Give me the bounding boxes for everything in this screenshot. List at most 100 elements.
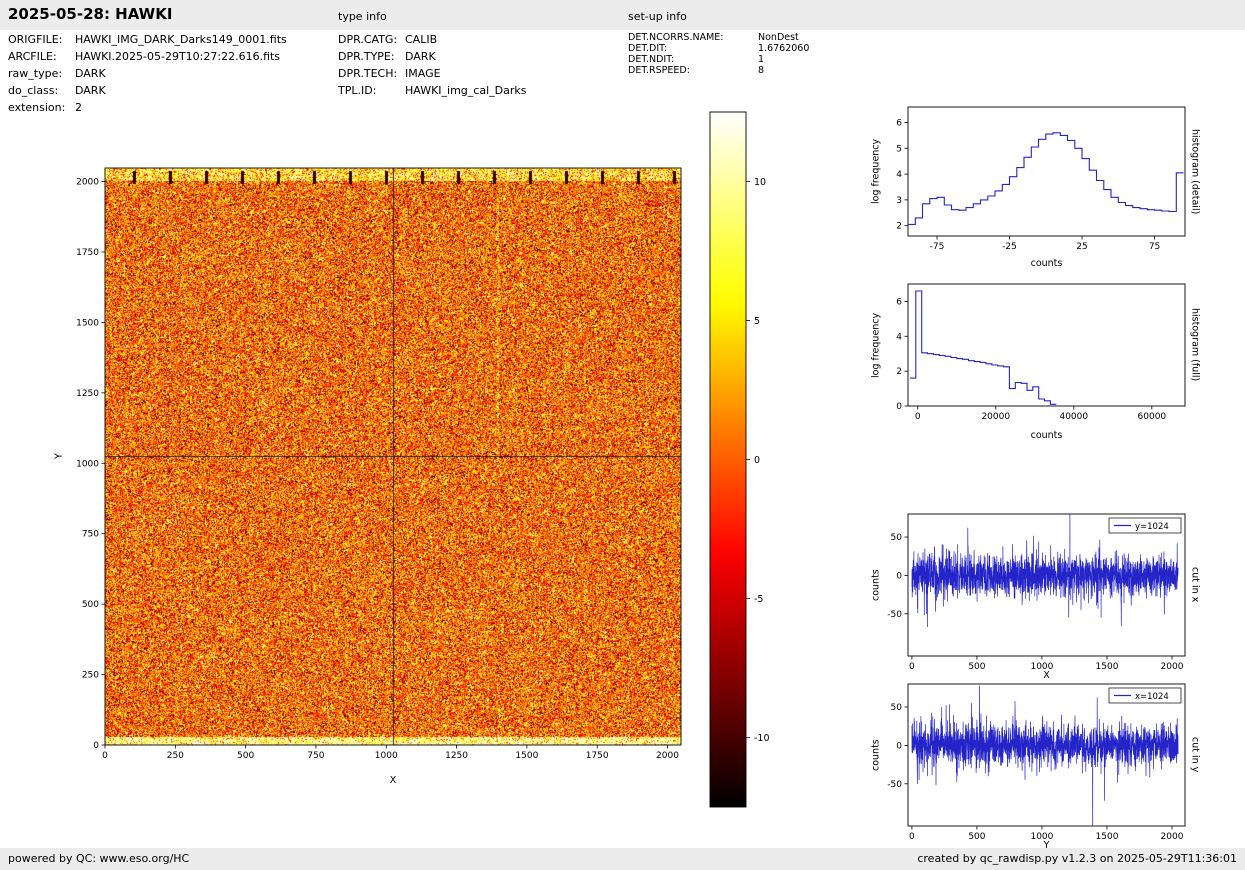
colorbar-gradient (710, 112, 746, 807)
metadata-row: DPR.CATG: CALIB (338, 33, 526, 50)
histogram-detail-ylabel: log frequency (870, 138, 882, 205)
x-tick-label: 40000 (1059, 412, 1088, 422)
histogram-full-ylabel: log frequency (870, 312, 882, 378)
y-tick-label: 1750 (76, 248, 99, 258)
metadata-row: DPR.TECH: IMAGE (338, 67, 526, 84)
y-tick-label: 0 (896, 402, 902, 412)
y-tick-label: 0 (896, 571, 902, 581)
main-yaxis-label: Y (53, 453, 65, 460)
metadata-value: 1.6762060 (758, 43, 810, 54)
histogram-detail-side-label: histogram (detail) (1189, 128, 1201, 215)
metadata-row: extension: 2 (8, 101, 287, 118)
y-tick-label: 4 (896, 332, 902, 342)
metadata-label: raw_type: (8, 67, 63, 80)
x-tick-label: 0 (102, 751, 108, 761)
x-tick-label: 250 (167, 751, 184, 761)
y-tick-label: 3 (896, 196, 902, 206)
histogram-full-chart: 0 20000 40000 60000 0 2 4 6 (896, 283, 1186, 422)
type-info-block: DPR.CATG: CALIB DPR.TYPE: DARK DPR.TECH: IMAG… (338, 33, 526, 101)
metadata-row: raw_type: DARK (8, 67, 287, 84)
cut-in-y-chart: 0 500 1000 1500 2000-50050x=1024 (887, 683, 1186, 842)
footer-left-text: powered by QC: www.eso.org/HC (8, 852, 190, 865)
x-tick-label: 75 (1149, 242, 1160, 252)
metadata-value: NonDest (758, 32, 799, 43)
setup-info-block: DET.NCORRS.NAME: NonDest DET.DIT: 1.6762060… (628, 32, 809, 76)
metadata-row: DET.NDIT: 1 (628, 54, 809, 65)
x-tick-label: 1500 (515, 751, 538, 761)
metadata-value: 8 (758, 65, 765, 76)
y-tick-label: 6 (896, 118, 902, 128)
y-tick-label: 500 (82, 600, 99, 610)
metadata-label: TPL.ID: (338, 84, 377, 97)
x-tick-label: 750 (307, 751, 324, 761)
cut-y-side-label: cut in y (1189, 737, 1201, 773)
metadata-label: DPR.TYPE: (338, 50, 395, 63)
y-tick-label: 50 (891, 533, 903, 543)
plot-frame (907, 106, 1186, 237)
metadata-label: DPR.TECH: (338, 67, 398, 80)
y-tick-label: -50 (887, 610, 902, 620)
metadata-value: 1 (758, 54, 765, 65)
y-tick-label: -50 (887, 780, 902, 790)
metadata-value: DARK (75, 84, 106, 97)
file-info-block: ORIGFILE: HAWKI_IMG_DARK_Darks149_0001.fi… (8, 33, 287, 118)
colorbar: 10 5 0 -5 -10 (709, 111, 770, 808)
y-tick-label: 1500 (76, 318, 99, 328)
metadata-value: HAWKI.2025-05-29T10:27:22.616.fits (75, 50, 281, 63)
metadata-label: extension: (8, 101, 66, 114)
colorbar-tick-label: -10 (754, 733, 770, 744)
setup-info-heading: set-up info (628, 10, 687, 23)
histogram-line (908, 132, 1184, 225)
metadata-value: 2 (75, 101, 82, 114)
metadata-value: HAWKI_img_cal_Darks (405, 84, 527, 97)
type-info-heading: type info (338, 10, 387, 23)
metadata-row: ARCFILE: HAWKI.2025-05-29T10:27:22.616.fi… (8, 50, 287, 67)
colorbar-tick-label: 5 (754, 316, 760, 327)
metadata-label: DET.DIT: (628, 43, 668, 54)
main-plot-axes: 0 250 500 750 1000 1250 1500 1750 2000 0 250 500 750… (76, 167, 682, 761)
metadata-row: DET.NCORRS.NAME: NonDest (628, 32, 809, 43)
metadata-row: ORIGFILE: HAWKI_IMG_DARK_Darks149_0001.fi… (8, 33, 287, 50)
legend-label: y=1024 (1135, 522, 1169, 532)
plot-frame (104, 167, 682, 746)
metadata-value: DARK (75, 67, 106, 80)
x-tick-label: 1750 (586, 751, 609, 761)
y-tick-label: 2 (896, 222, 902, 232)
x-tick-label: 0 (915, 412, 921, 422)
y-tick-label: 6 (896, 297, 902, 307)
metadata-row: DPR.TYPE: DARK (338, 50, 526, 67)
x-tick-label: -75 (930, 242, 945, 252)
main-xaxis-label: X (389, 775, 397, 786)
histogram-detail-chart: -75 -25 25 75 2 3 4 5 6 (896, 106, 1186, 252)
y-tick-label: 1250 (76, 389, 99, 399)
histogram-full-side-label: histogram (full) (1189, 308, 1201, 382)
y-tick-label: 0 (93, 741, 99, 751)
histogram-full-xlabel: counts (1030, 430, 1063, 441)
metadata-row: do_class: DARK (8, 84, 287, 101)
metadata-value: CALIB (405, 33, 438, 46)
x-tick-label: 2000 (656, 751, 679, 761)
metadata-label: ORIGFILE: (8, 33, 63, 46)
metadata-value: DARK (405, 50, 436, 63)
x-tick-label: 500 (237, 751, 254, 761)
y-tick-label: 5 (896, 144, 902, 154)
y-tick-label: 750 (82, 530, 99, 540)
y-tick-label: 250 (82, 671, 99, 681)
metadata-row: DET.RSPEED: 8 (628, 65, 809, 76)
cut-line (911, 685, 1179, 826)
metadata-row: TPL.ID: HAWKI_img_cal_Darks (338, 84, 526, 101)
x-tick-label: 60000 (1138, 412, 1167, 422)
plot-frame (907, 283, 1186, 407)
metadata-label: DET.RSPEED: (628, 65, 690, 76)
metadata-value: HAWKI_IMG_DARK_Darks149_0001.fits (75, 33, 287, 46)
metadata-label: DET.NCORRS.NAME: (628, 32, 724, 43)
x-tick-label: -25 (1002, 242, 1017, 252)
colorbar-tick-label: 0 (754, 455, 760, 466)
y-tick-label: 50 (891, 703, 903, 713)
x-tick-label: 25 (1076, 242, 1087, 252)
legend-label: x=1024 (1135, 692, 1169, 702)
x-tick-label: 20000 (981, 412, 1010, 422)
colorbar-tick-label: 10 (754, 177, 766, 188)
y-tick-label: 1000 (76, 459, 99, 469)
metadata-value: IMAGE (405, 67, 441, 80)
